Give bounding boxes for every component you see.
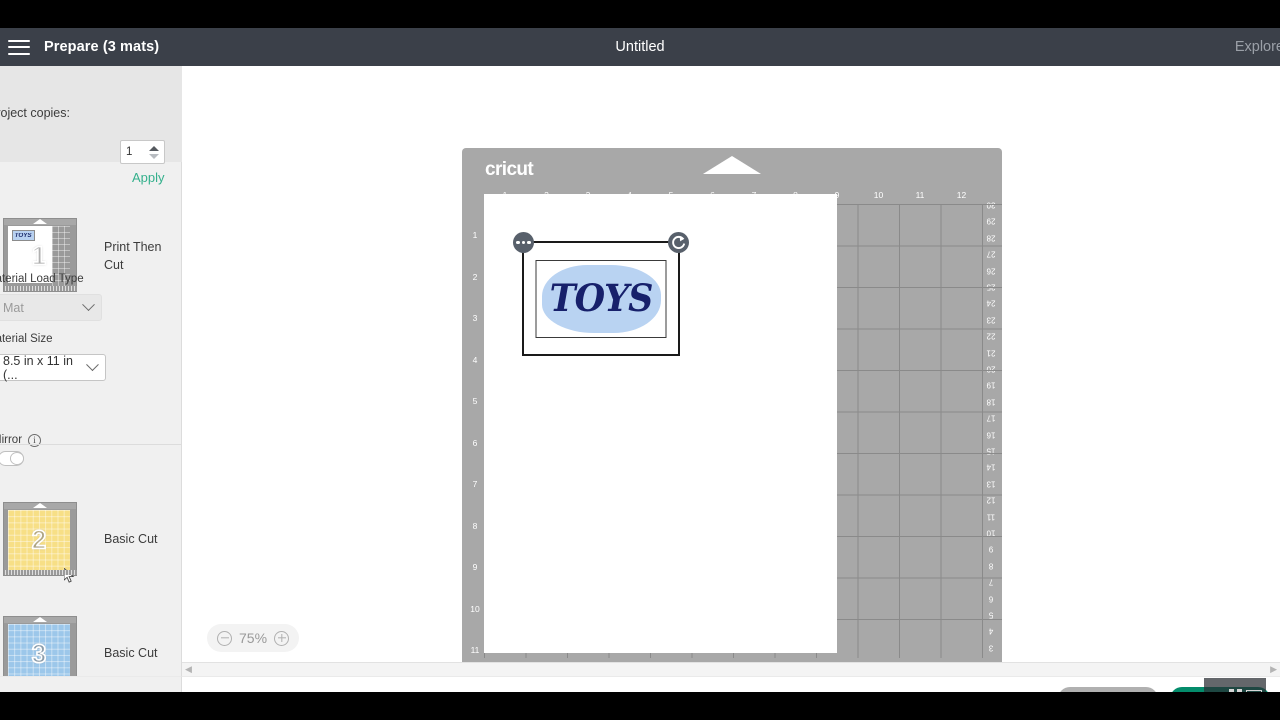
ruler-tick-label: 2 [472, 271, 478, 282]
ruler-tick-label: 1 [472, 230, 478, 240]
cricut-design-space-window: Prepare (3 mats) Untitled Explore Projec… [0, 28, 1280, 692]
material-load-type-select[interactable]: Mat [0, 294, 102, 321]
mat-number: 1 [31, 240, 47, 272]
hamburger-icon[interactable] [8, 39, 30, 55]
ruler-tick-label: 7 [472, 479, 478, 489]
sidebar: Project copies: 1 Apply TOYS [0, 66, 182, 692]
ruler-tick-label: 6 [472, 437, 478, 448]
mat-label-2: Basic Cut [104, 532, 158, 546]
project-copies-value: 1 [126, 146, 133, 158]
footer-action-bar: Cancel Continue [182, 676, 1280, 692]
stepper-arrows [147, 141, 161, 163]
cancel-button[interactable]: Cancel [1058, 686, 1158, 692]
zoom-level-value: 75% [239, 630, 268, 646]
material-sheet: TOYS [484, 194, 837, 653]
horizontal-scrollbar[interactable]: ◀ ▶ [182, 662, 1280, 676]
mat-thumbnail-2[interactable]: 2 [3, 502, 77, 583]
ruler-tick-label: 8 [472, 520, 478, 531]
chevron-down-icon [82, 298, 95, 312]
machine-label[interactable]: Explore [1235, 39, 1280, 55]
sidebar-divider [0, 444, 182, 445]
zoom-control[interactable]: 75% [207, 624, 300, 652]
scroll-right-icon[interactable]: ▶ [1270, 665, 1277, 674]
material-size-label: Material Size [0, 333, 53, 345]
material-size-select[interactable]: 8.5 in x 11 in (... [0, 353, 106, 382]
info-icon[interactable]: i [28, 434, 41, 447]
mat-thumbnail-body: 2 [8, 510, 75, 583]
mat-canvas[interactable]: cricut 123456789101112 1234567891011 302… [182, 66, 1280, 662]
top-bar: Prepare (3 mats) Untitled Explore [0, 28, 1280, 66]
mat-design-label: TOYS [14, 232, 33, 239]
ruler-tick-label: 11 [470, 645, 480, 655]
more-options-icon[interactable] [513, 232, 534, 253]
material-load-type-value: Mat [3, 300, 24, 315]
pause-icon [1228, 689, 1234, 692]
mat-thumbnail-ruler [5, 286, 77, 291]
sidebar-mat-1[interactable]: TOYS 1 Print Then Cut [0, 178, 182, 292]
ruler-tick-label: 11 [915, 190, 925, 200]
cutting-mat[interactable]: cricut 123456789101112 1234567891011 302… [462, 148, 1002, 662]
rotate-icon[interactable] [668, 232, 689, 253]
ruler-tick-label: 10 [470, 603, 480, 614]
mat-thumbnail-body: 3 [8, 624, 70, 684]
design-text: TOYS [549, 276, 654, 321]
stepper-decrement-icon[interactable] [149, 153, 159, 159]
selection-bounding-box[interactable]: TOYS [513, 232, 689, 356]
mat-thumbnail-ruler [5, 570, 77, 575]
ruler-tick-label: 5 [472, 396, 478, 406]
mat-design-preview: TOYS [12, 230, 35, 241]
ruler-tick-label: 10 [873, 190, 884, 200]
footer-sidebar-filler [0, 676, 182, 692]
document-title: Untitled [615, 39, 665, 55]
ruler-tick-label: 9 [472, 562, 478, 572]
project-copies-stepper[interactable]: 1 [120, 140, 165, 164]
mat-number: 3 [31, 638, 47, 670]
material-load-type-label: Material Load Type [0, 273, 84, 285]
mat-number: 2 [31, 524, 47, 556]
scroll-left-icon[interactable]: ◀ [185, 665, 192, 674]
plus-circle-icon[interactable] [274, 630, 290, 646]
sidebar-mat-3[interactable]: 3 Basic Cut [0, 576, 182, 690]
page-title: Prepare (3 mats) [44, 39, 160, 55]
sidebar-mat-2[interactable]: 2 Basic Cut [0, 462, 182, 583]
material-size-value: 8.5 in x 11 in (... [3, 353, 73, 382]
mat-label-3: Basic Cut [104, 646, 158, 660]
pause-icon [1236, 689, 1242, 692]
design-frame[interactable]: TOYS [535, 259, 667, 338]
ruler-tick-label: 4 [472, 354, 478, 365]
ruler-tick-label: 3 [472, 313, 478, 323]
mat-tab-icon [702, 156, 762, 174]
overlay-person-icon [1246, 690, 1262, 692]
ruler-vertical-left: 1 2 3 4 5 6 7 8 9 10 11 [464, 206, 484, 662]
minus-circle-icon[interactable] [217, 630, 232, 646]
stepper-increment-icon[interactable] [149, 145, 159, 151]
ruler-tick-label: 12 [956, 190, 967, 200]
cricut-logo: cricut [485, 159, 534, 180]
mat-label-1: Print Then Cut [104, 240, 162, 272]
project-copies-label: Project copies: [0, 106, 70, 120]
